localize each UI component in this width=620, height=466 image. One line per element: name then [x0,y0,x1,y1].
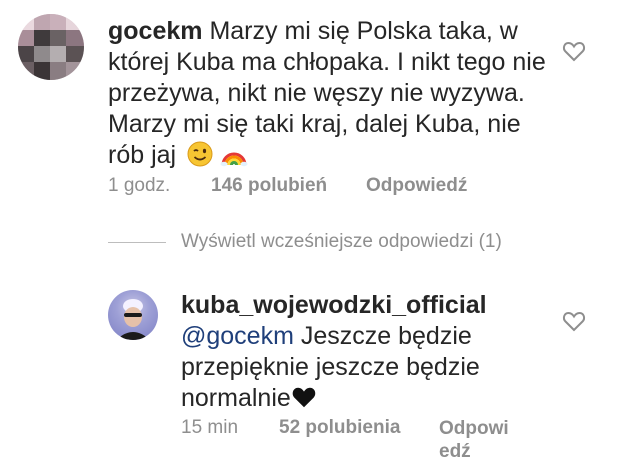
avatar[interactable] [18,14,84,80]
user-photo-image [116,299,150,340]
reply-username[interactable]: kuba_wojewodzki_official [181,291,487,319]
avatar[interactable] [108,290,158,340]
like-heart-icon[interactable] [562,40,586,67]
comment-timestamp: 1 godz. [108,175,171,196]
winking-face-emoji-icon [187,141,213,175]
reply-button[interactable]: Odpowiedź [366,175,467,197]
black-heart-emoji-icon [291,385,317,417]
view-previous-replies-button[interactable]: Wyświetl wcześniejsze odpowiedzi (1) [181,231,502,253]
rainbow-emoji-icon [220,141,248,175]
reply-button-label-line1: Odpowi [439,418,509,439]
reply-timestamp: 15 min [181,417,239,438]
like-heart-icon[interactable] [562,310,586,337]
reply-button-label-line2: edź [439,441,471,462]
reply-button[interactable]: Odpowi edź [439,417,509,463]
divider [108,242,166,243]
reply-likes-count[interactable]: 52 polubienia [279,417,400,439]
comment-body: gocekm Marzy mi się Polska taka, w które… [108,16,548,175]
pixelated-avatar-image [18,14,84,80]
reply-body: kuba_wojewodzki_official @gocekm Jeszcze… [181,290,541,417]
mention-link[interactable]: @gocekm [181,322,294,350]
comment-username[interactable]: gocekm [108,17,202,45]
comment-likes-count[interactable]: 146 polubień [211,175,327,197]
